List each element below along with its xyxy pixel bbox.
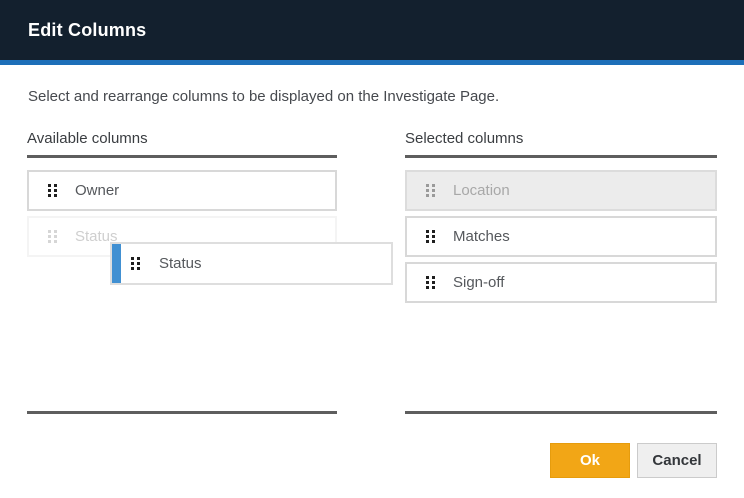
column-item-label: Owner — [75, 182, 119, 199]
dialog-footer: Ok Cancel — [27, 443, 717, 478]
header-accent-bar — [0, 60, 744, 65]
drag-handle-icon[interactable] — [48, 184, 57, 197]
column-item-signoff[interactable]: Sign-off — [405, 262, 717, 303]
drag-handle-icon[interactable] — [131, 257, 140, 270]
column-item-owner[interactable]: Owner — [27, 170, 337, 211]
selected-columns-list: Location Matches Sign-off — [405, 155, 717, 414]
column-item-label: Matches — [453, 228, 510, 245]
column-item-location[interactable]: Location — [405, 170, 717, 211]
dragged-column-item-status[interactable]: Status — [110, 242, 393, 285]
ok-button[interactable]: Ok — [550, 443, 630, 478]
drag-handle-icon[interactable] — [48, 230, 57, 243]
drag-handle-icon[interactable] — [426, 184, 435, 197]
instruction-text: Select and rearrange columns to be displ… — [28, 88, 717, 106]
drag-handle-icon[interactable] — [426, 276, 435, 289]
drag-drop-indicator-bar — [112, 244, 121, 283]
available-columns-heading: Available columns — [27, 130, 337, 148]
cancel-button[interactable]: Cancel — [637, 443, 717, 478]
selected-columns-heading: Selected columns — [405, 130, 717, 148]
column-item-label: Sign-off — [453, 274, 504, 291]
column-item-label: Location — [453, 182, 510, 199]
column-item-label: Status — [159, 255, 202, 272]
edit-columns-dialog: Edit Columns Select and rearrange column… — [0, 0, 744, 498]
dialog-title: Edit Columns — [28, 20, 146, 41]
selected-columns-section: Selected columns Location Matches Sign-o… — [405, 130, 717, 414]
dialog-header: Edit Columns — [0, 0, 744, 60]
column-item-matches[interactable]: Matches — [405, 216, 717, 257]
drag-handle-icon[interactable] — [426, 230, 435, 243]
